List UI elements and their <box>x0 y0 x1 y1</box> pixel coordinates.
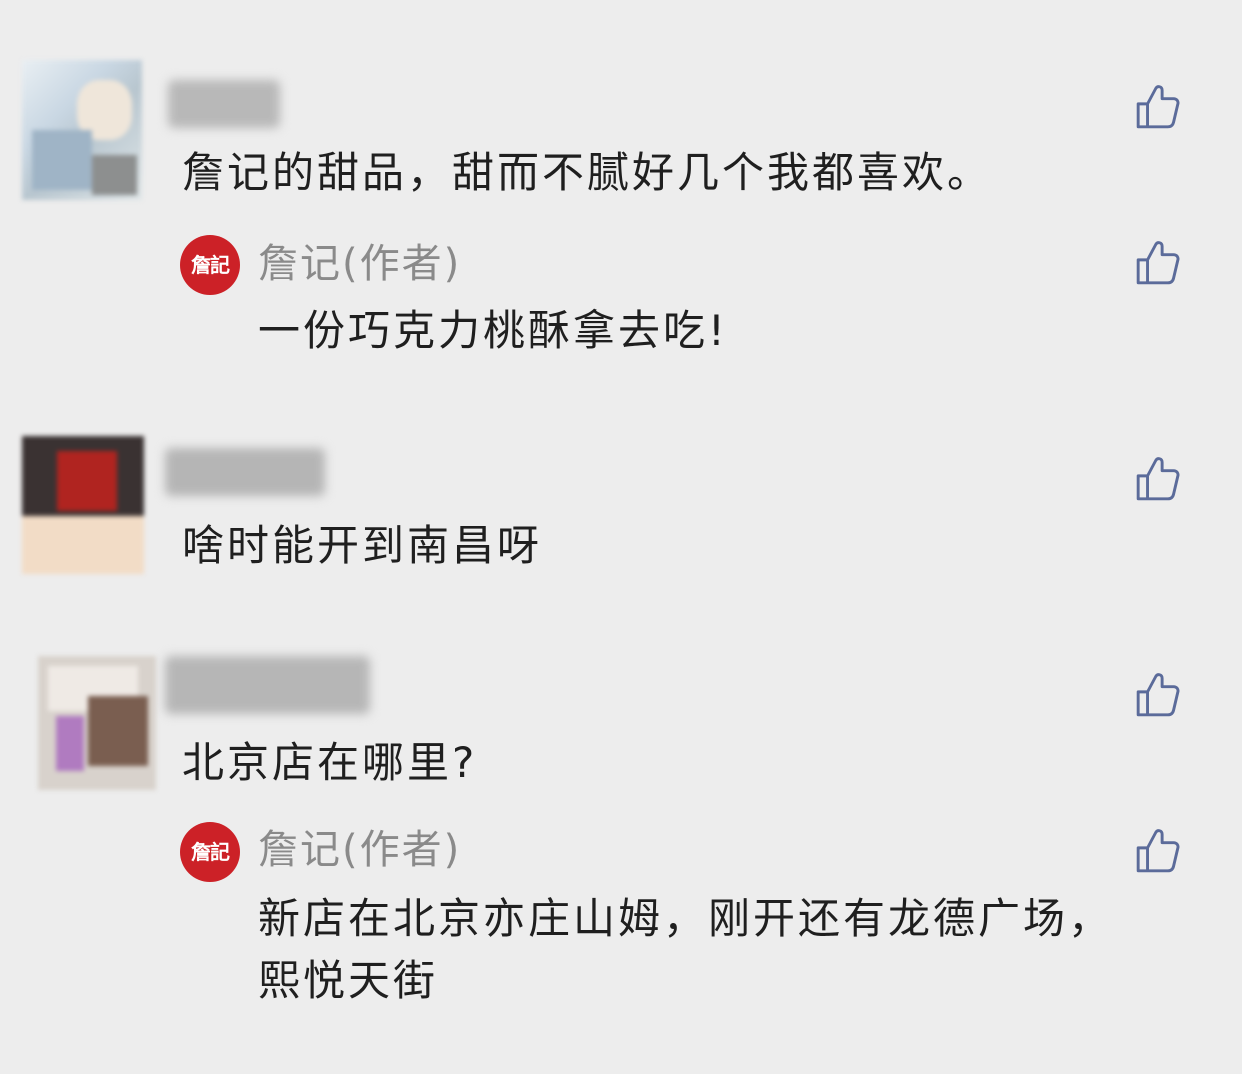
author-name: 詹记(作者) <box>258 241 462 287</box>
comment-text: 詹记的甜品，甜而不腻好几个我都喜欢。 <box>182 148 993 197</box>
thumbs-up-icon <box>1136 673 1180 717</box>
username-blur <box>168 80 280 128</box>
like-button[interactable] <box>1134 82 1184 132</box>
like-button[interactable] <box>1134 238 1184 288</box>
avatar[interactable] <box>38 656 156 790</box>
author-name: 詹记(作者) <box>258 827 462 873</box>
avatar[interactable] <box>22 436 144 574</box>
author-avatar[interactable]: 詹記 <box>180 822 240 882</box>
thumbs-up-icon <box>1136 241 1180 285</box>
comment-text: 啥时能开到南昌呀 <box>182 521 543 570</box>
reply-text: 一份巧克力桃酥拿去吃! <box>258 306 728 355</box>
username-blur <box>165 656 370 714</box>
thumbs-up-icon <box>1136 85 1180 129</box>
comment-text: 北京店在哪里? <box>182 738 478 787</box>
reply-text: 新店在北京亦庄山姆，刚开还有龙德广场，熙悦天街 <box>258 894 1114 1005</box>
thumbs-up-icon <box>1136 457 1180 501</box>
like-button[interactable] <box>1134 826 1184 876</box>
like-button[interactable] <box>1134 670 1184 720</box>
like-button[interactable] <box>1134 454 1184 504</box>
author-avatar[interactable]: 詹記 <box>180 235 240 295</box>
avatar[interactable] <box>22 60 142 200</box>
username-blur <box>165 448 325 496</box>
thumbs-up-icon <box>1136 829 1180 873</box>
